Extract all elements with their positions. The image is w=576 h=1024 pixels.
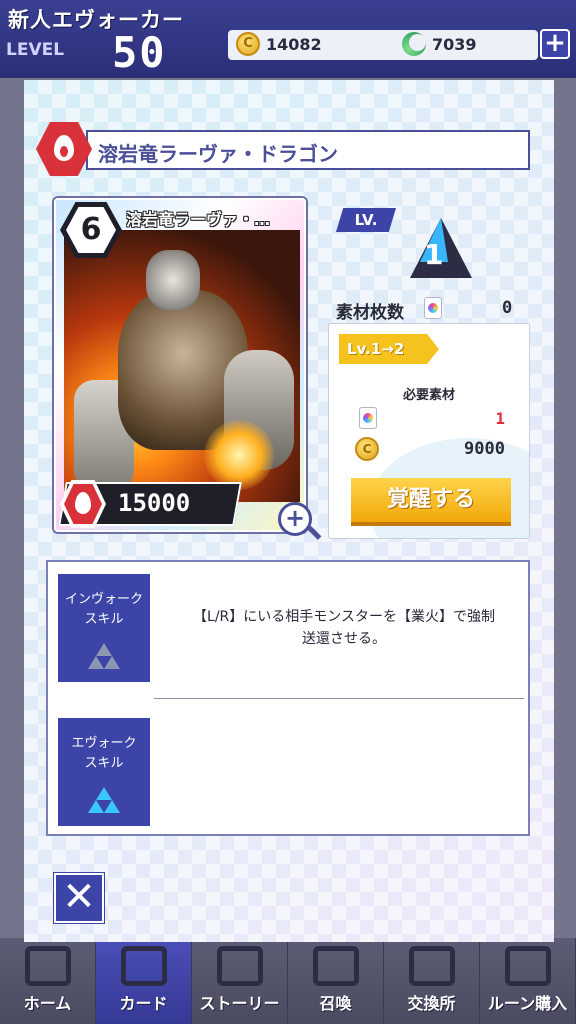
required-material-count: 1 (495, 409, 505, 428)
skill-divider (154, 698, 524, 699)
card-title-bar: 溶岩竜ラーヴァ・ドラゴン (86, 130, 530, 170)
nav-item-story[interactable]: ストーリー (192, 938, 288, 1024)
triforce-icon (88, 786, 120, 814)
skill-desc-line: 送還させる。 (302, 631, 386, 647)
nav-item-summon[interactable]: 召喚 (288, 938, 384, 1024)
power-value: 15000 (118, 489, 191, 517)
skill-label-line: エヴォーク (71, 736, 137, 751)
material-count-label: 素材枚数 (336, 303, 404, 323)
nav-label: カード (119, 994, 168, 1013)
invoke-skill-label: インヴォーク スキル (58, 590, 150, 630)
skill-panel: インヴォーク スキル 【L/R】にいる相手モンスターを【業火】で強制 送還させる… (46, 560, 530, 836)
required-coin-count: 9000 (464, 439, 505, 459)
level-value: 1 (424, 238, 444, 271)
nav-item-home[interactable]: ホーム (0, 938, 96, 1024)
rune-icon (504, 946, 551, 986)
nav-item-card[interactable]: カード (96, 938, 192, 1024)
level-label: LEVEL (6, 40, 65, 60)
card-name: 溶岩竜ラーヴァ・… (126, 210, 271, 229)
evoke-skill-badge: エヴォーク スキル (58, 718, 150, 826)
summon-icon (312, 946, 359, 986)
material-icon (359, 407, 377, 429)
card-icon (120, 946, 167, 986)
skill-label-line: スキル (84, 612, 124, 627)
card-image[interactable]: 6 溶岩竜ラーヴァ・… 15000 + (54, 198, 322, 540)
coin-icon: C (236, 32, 260, 56)
coin-icon: C (355, 437, 379, 461)
nav-label: ホーム (23, 994, 72, 1013)
cost-value: 6 (66, 207, 116, 253)
bottom-nav: ホーム カード ストーリー 召喚 交換所 ルーン購入 (0, 938, 576, 1024)
level-step: Lv.1→2 (339, 334, 439, 364)
card-detail-modal: 溶岩竜ラーヴァ・ドラゴン 6 溶岩竜ラーヴァ・… 15000 + LV. 1 素… (24, 80, 554, 942)
nav-item-exchange[interactable]: 交換所 (384, 938, 480, 1024)
zoom-icon (306, 525, 322, 540)
card-artwork (64, 230, 300, 502)
nav-item-rune-shop[interactable]: ルーン購入 (480, 938, 576, 1024)
story-icon (216, 946, 263, 986)
invoke-skill-description: 【L/R】にいる相手モンスターを【業火】で強制 送還させる。 (162, 606, 526, 650)
nav-label: ルーン購入 (487, 994, 568, 1013)
material-icon (424, 297, 442, 319)
level-value: 50 (112, 28, 167, 77)
home-icon (24, 946, 71, 986)
nav-label: 交換所 (407, 994, 456, 1013)
skill-label-line: スキル (84, 756, 124, 771)
invoke-skill-badge: インヴォーク スキル (58, 574, 150, 682)
awaken-panel: Lv.1→2 必要素材 1 C 9000 覚醒する (328, 323, 530, 539)
triforce-icon (88, 642, 120, 670)
top-header: 新人エヴォーカー LEVEL 50 C 14082 7039 + (0, 0, 576, 78)
nav-label: ストーリー (199, 994, 280, 1013)
skill-desc-line: 【L/R】にいる相手モンスターを【業火】で強制 (193, 609, 495, 625)
card-title: 溶岩竜ラーヴァ・ドラゴン (98, 142, 338, 166)
skill-label-line: インヴォーク (64, 592, 143, 607)
close-button[interactable]: ✕ (54, 873, 104, 923)
nav-label: 召喚 (319, 994, 352, 1013)
material-count: 0 (502, 298, 513, 318)
level-badge: LV. (336, 208, 396, 232)
zoom-button[interactable]: + (278, 502, 312, 536)
evoke-skill-label: エヴォーク スキル (58, 734, 150, 774)
awaken-button[interactable]: 覚醒する (351, 478, 511, 526)
gem-count: 7039 (432, 35, 477, 54)
add-currency-button[interactable]: + (540, 29, 570, 59)
fire-attribute-icon (36, 122, 92, 176)
coin-count: 14082 (266, 35, 322, 54)
required-materials-label: 必要素材 (402, 388, 455, 403)
gem-icon (402, 32, 426, 56)
exchange-icon (408, 946, 455, 986)
